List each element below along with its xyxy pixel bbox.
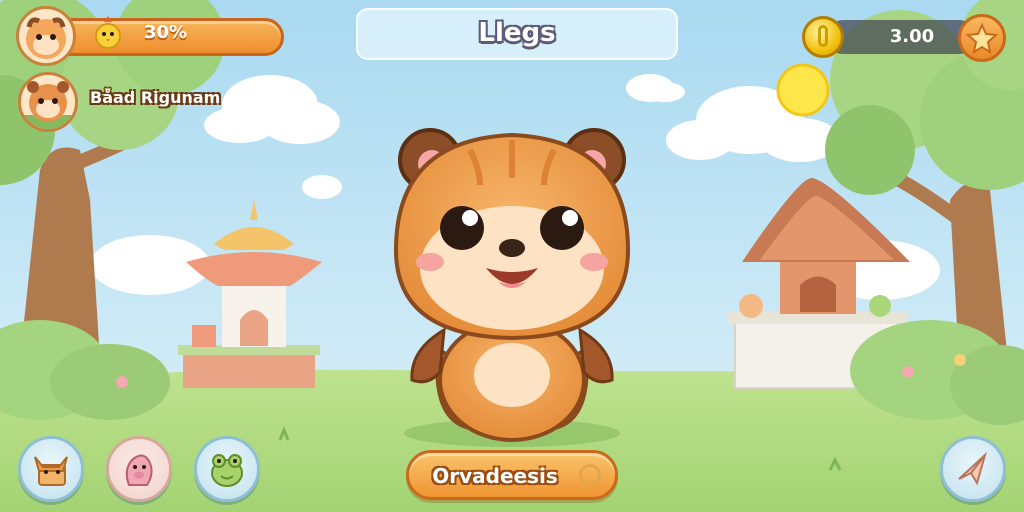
squirrel-avatar-icon bbox=[26, 17, 66, 59]
star-icon bbox=[965, 22, 999, 55]
coin-value: 3.00 bbox=[889, 26, 935, 47]
player-progress-bar: 30% bbox=[16, 6, 284, 66]
paper-plane-icon bbox=[958, 451, 987, 486]
background-art bbox=[0, 0, 1024, 512]
pig-button[interactable] bbox=[106, 436, 172, 502]
swirl-icon bbox=[579, 464, 601, 486]
pig-icon bbox=[125, 454, 153, 486]
secondary-avatar[interactable] bbox=[18, 72, 78, 132]
player-name: Båad Rigunam bbox=[90, 88, 221, 107]
main-action-button[interactable]: Orvadeesis bbox=[406, 450, 618, 500]
frog-button[interactable] bbox=[194, 436, 260, 502]
coin-counter: 3.00 bbox=[802, 8, 1008, 62]
chick-icon bbox=[95, 16, 121, 49]
fox-button[interactable] bbox=[18, 436, 84, 502]
hamster-avatar-icon bbox=[21, 81, 75, 129]
page-title: Llegs bbox=[478, 18, 556, 48]
game-scene bbox=[0, 0, 1024, 512]
sun bbox=[776, 63, 830, 117]
frog-icon bbox=[211, 454, 243, 487]
player-avatar[interactable] bbox=[16, 6, 76, 66]
progress-label: 30% bbox=[144, 22, 188, 43]
main-action-label: Orvadeesis bbox=[432, 464, 558, 488]
title-panel: Llegs bbox=[356, 8, 678, 60]
coin-icon bbox=[802, 16, 844, 58]
share-button[interactable] bbox=[940, 436, 1006, 502]
star-button[interactable] bbox=[958, 14, 1006, 62]
fox-icon bbox=[34, 456, 68, 486]
